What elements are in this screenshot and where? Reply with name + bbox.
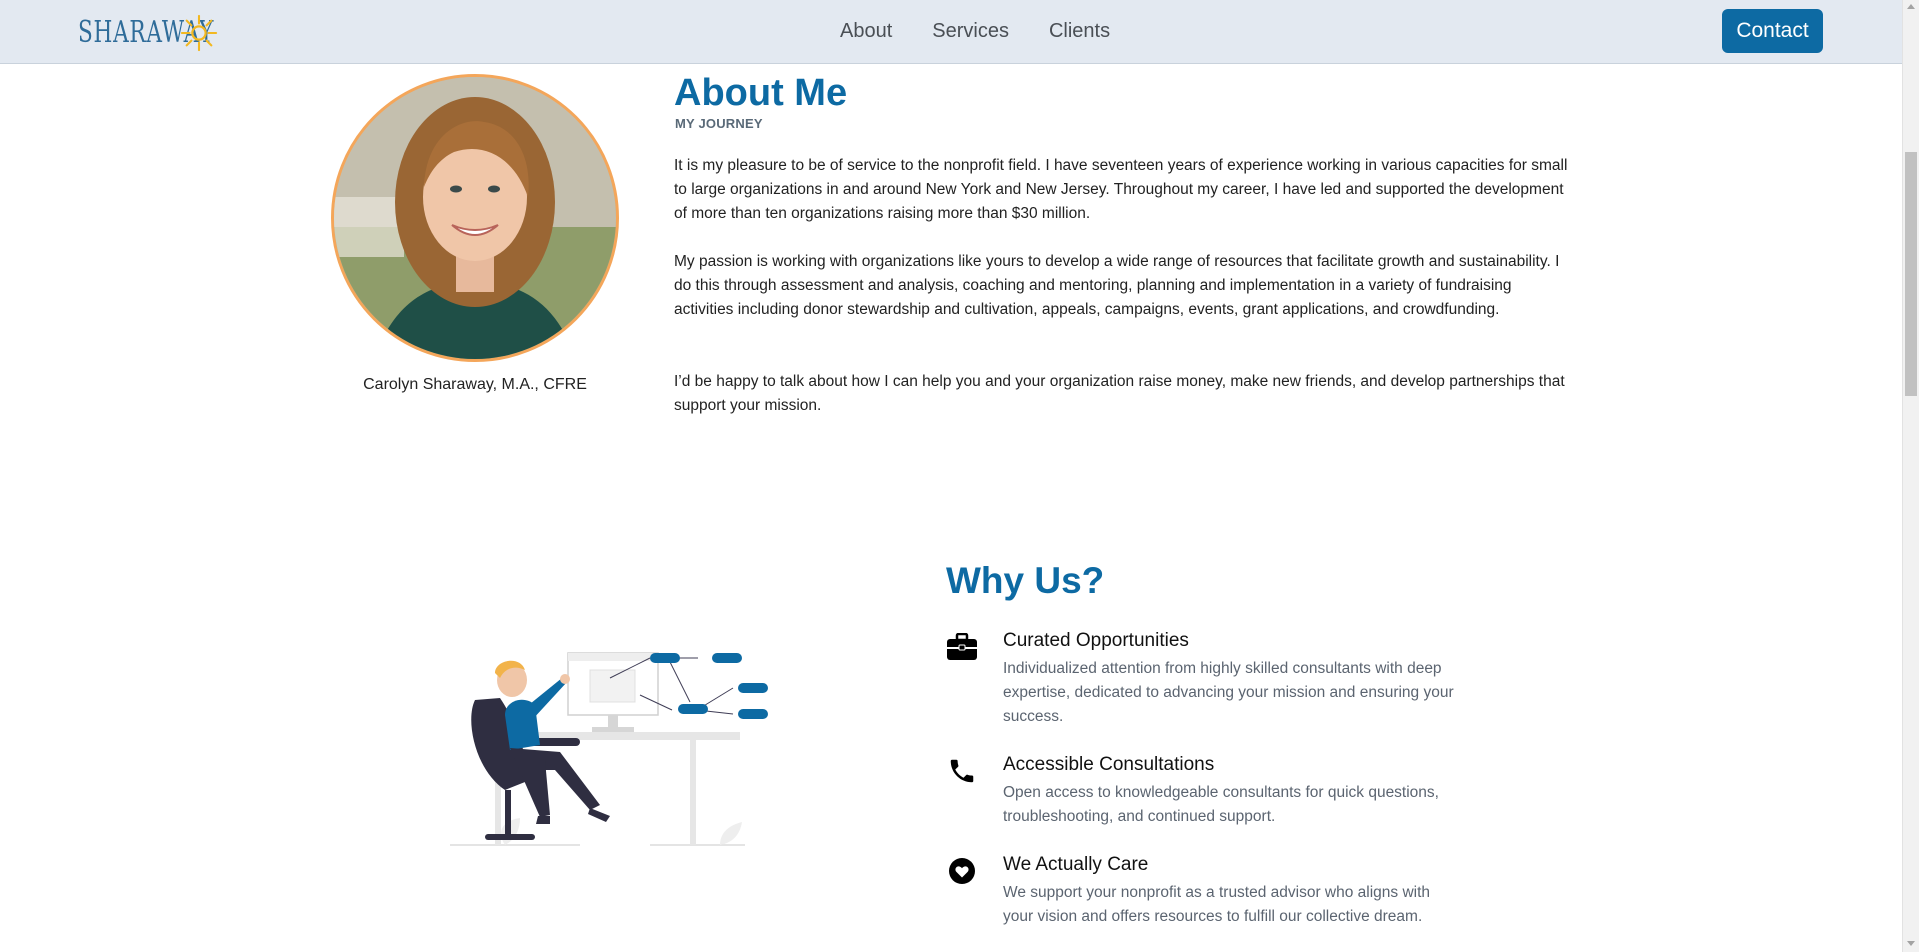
top-navbar: SHARAWAY About Services Clients Contact: [0, 0, 1902, 64]
scroll-up-arrow-icon[interactable]: [1907, 4, 1915, 9]
feature-description: Individualized attention from highly ski…: [1003, 660, 1454, 725]
sun-logo-icon: [180, 14, 218, 52]
portrait-caption: Carolyn Sharaway, M.A., CFRE: [363, 376, 587, 393]
feature-description: We support your nonprofit as a trusted a…: [1003, 884, 1431, 925]
about-paragraph-3: I’d be happy to talk about how I can hel…: [674, 373, 1565, 414]
about-title: About Me: [674, 72, 848, 114]
nav-services[interactable]: Services: [932, 20, 1009, 43]
portrait-illustration: [334, 77, 616, 359]
consultant-illustration: [450, 652, 768, 846]
why-us-title: Why Us?: [946, 560, 1105, 601]
about-paragraph-1: It is my pleasure to be of service to th…: [674, 157, 1568, 222]
feature-title: Accessible Consultations: [1003, 754, 1215, 775]
nav-about[interactable]: About: [840, 20, 892, 43]
about-subtitle: MY JOURNEY: [675, 116, 763, 131]
scroll-thumb[interactable]: [1905, 152, 1917, 396]
nav-links: About Services Clients: [840, 20, 1110, 43]
heart-icon: [946, 856, 978, 886]
feature-title: We Actually Care: [1003, 854, 1149, 875]
feature-description: Open access to knowledgeable consultants…: [1003, 784, 1439, 825]
portrait-photo: [331, 74, 619, 362]
about-paragraph-2: My passion is working with organizations…: [674, 253, 1560, 318]
feature-title: Curated Opportunities: [1003, 630, 1189, 651]
page-scrollbar[interactable]: [1902, 0, 1919, 952]
phone-icon: [946, 756, 978, 786]
contact-button[interactable]: Contact: [1722, 9, 1823, 53]
logo-wordmark: SHARAWAY: [78, 14, 215, 50]
nav-clients[interactable]: Clients: [1049, 20, 1110, 43]
logo[interactable]: SHARAWAY: [78, 12, 218, 52]
scroll-down-arrow-icon[interactable]: [1907, 941, 1915, 946]
briefcase-icon: [946, 632, 978, 662]
